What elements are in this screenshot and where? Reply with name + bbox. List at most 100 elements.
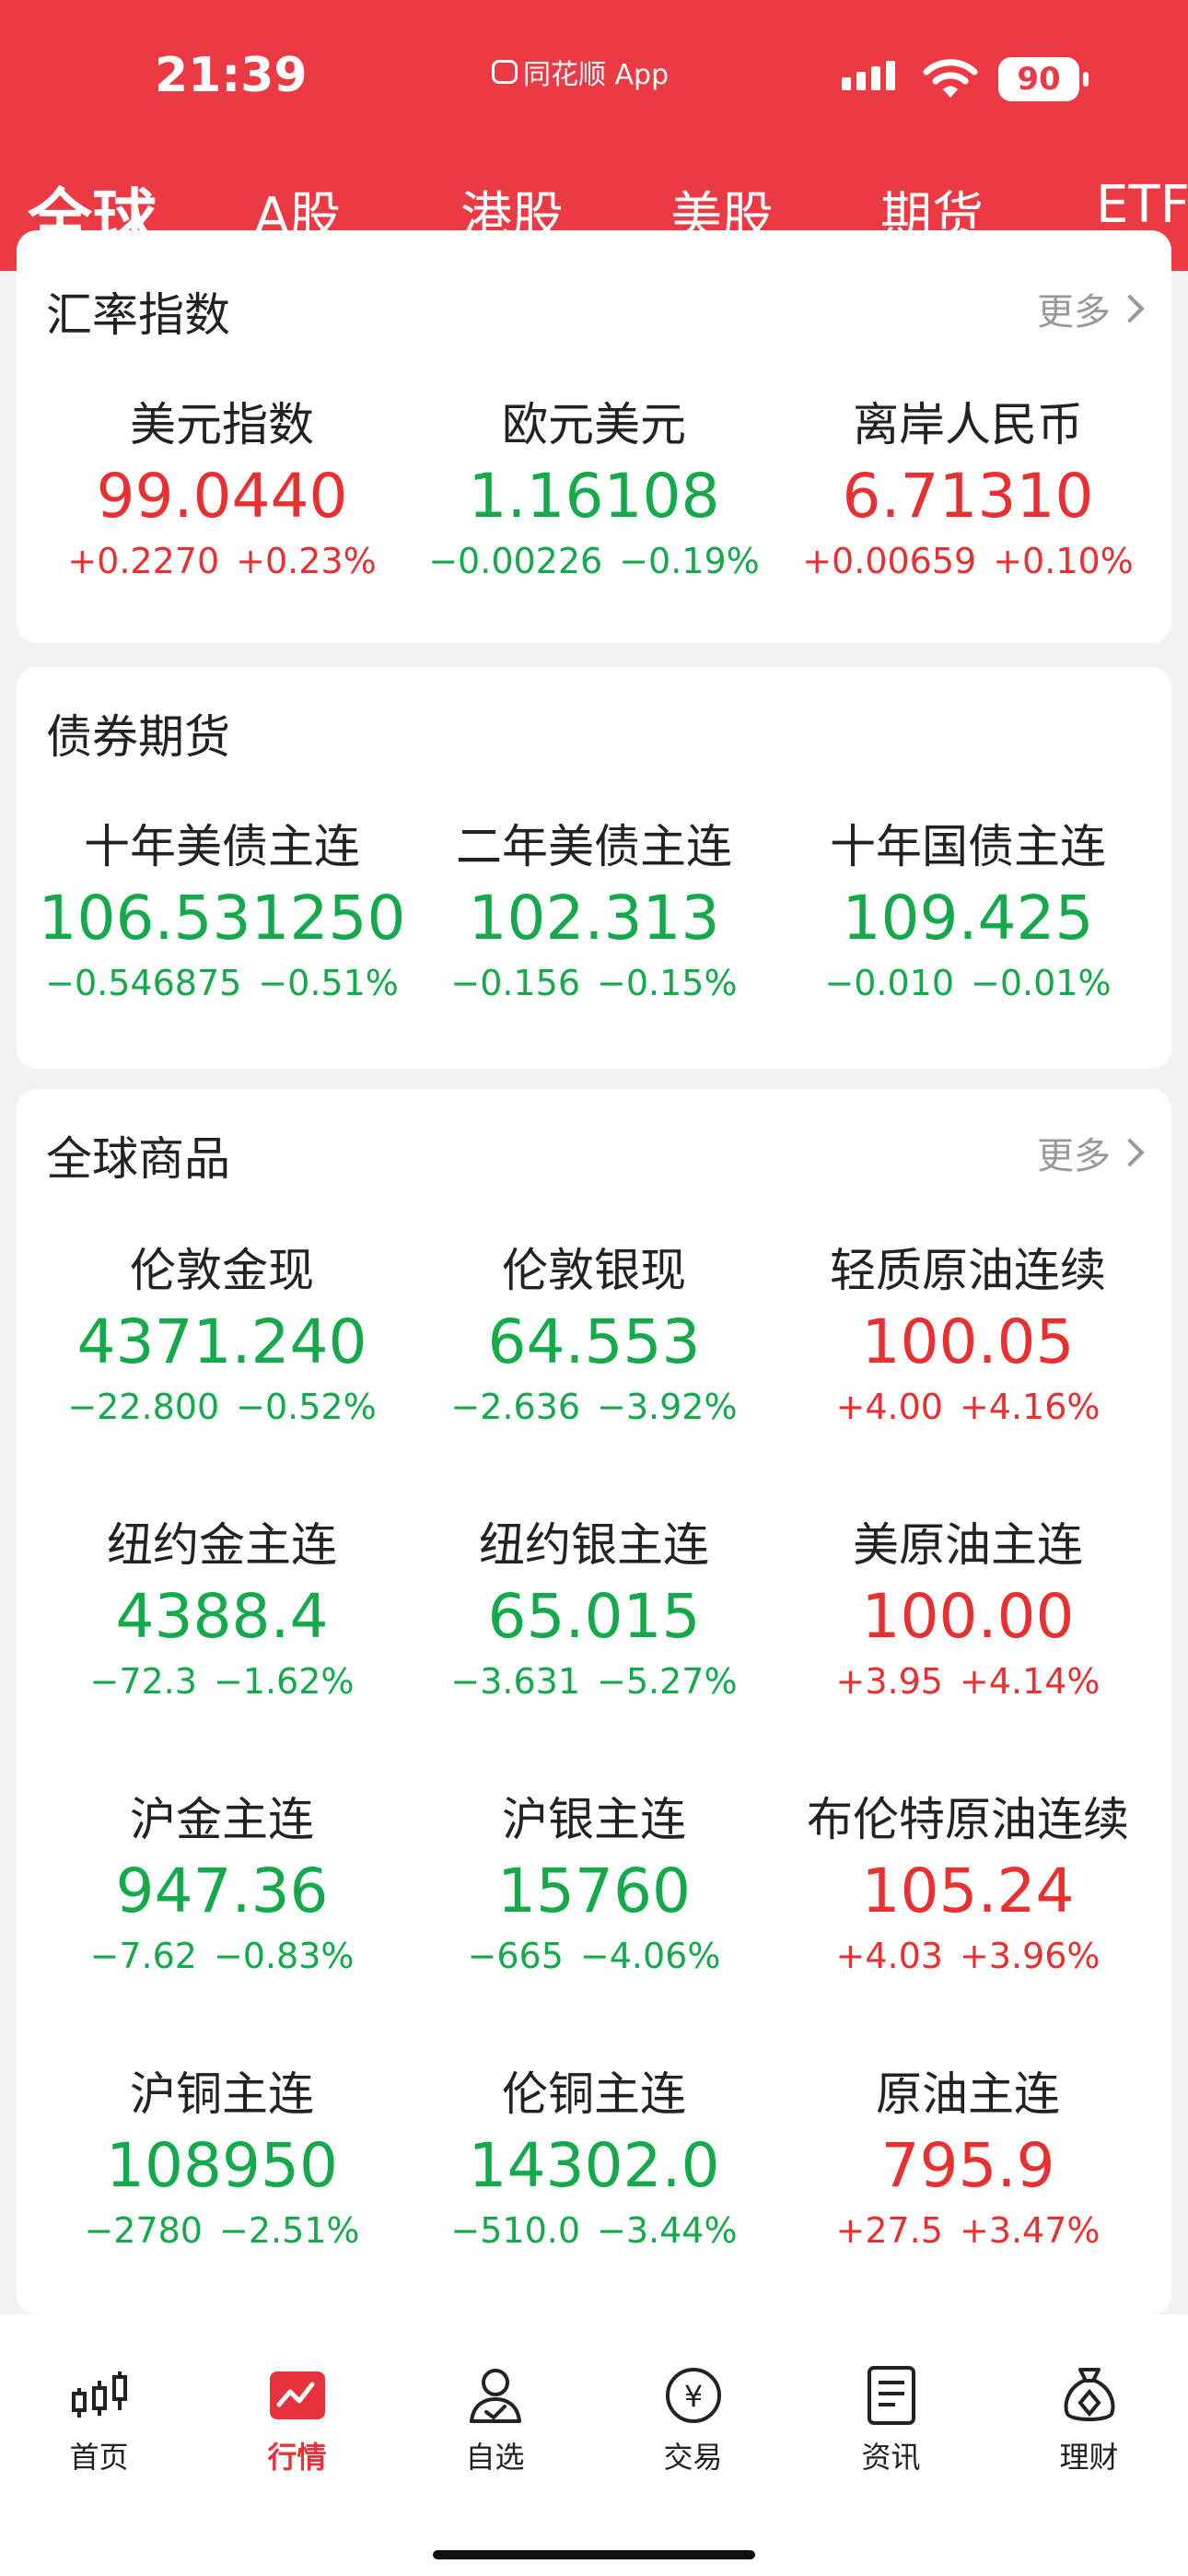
quote-name: 欧元美元	[502, 398, 686, 451]
quote-name: 纽约金主连	[107, 1518, 337, 1572]
change-amount: −0.00226	[428, 541, 603, 581]
quote-item[interactable]: 离岸人民币 6.71310 +0.00659 +0.10%	[781, 392, 1155, 586]
quote-name: 原油主连	[876, 2067, 1060, 2121]
quote-item[interactable]: 轻质原油连续 100.05 +4.00 +4.16%	[781, 1238, 1155, 1432]
nav-label: 理财	[1059, 2440, 1119, 2475]
quote-value: 4371.240	[76, 1306, 367, 1377]
tab-etf[interactable]: ETF	[1096, 175, 1188, 235]
quote-value: 795.9	[880, 2130, 1055, 2201]
change-percent: −0.01%	[971, 963, 1112, 1003]
quote-item[interactable]: 美元指数 99.0440 +0.2270 +0.23%	[35, 392, 409, 586]
quote-change: −3.631 −5.27%	[407, 1657, 781, 1706]
quote-value: 15760	[497, 1856, 691, 1926]
section-title: 债券期货	[46, 710, 230, 764]
nav-wealth[interactable]: 理财	[990, 2314, 1188, 2480]
quote-value: 100.00	[861, 1581, 1075, 1652]
section-title: 汇率指数	[46, 288, 230, 342]
change-percent: −0.51%	[258, 963, 399, 1003]
global-commodities-card: 全球商品 更多 伦敦金现 4371.240 −22.800 −0.52% 伦敦银现…	[17, 1089, 1171, 2314]
nav-label: 首页	[69, 2440, 129, 2475]
change-percent: +4.16%	[959, 1387, 1101, 1427]
quote-name: 沪铜主连	[130, 2067, 314, 2121]
quote-value: 1.16108	[468, 461, 720, 532]
status-bar: 21:39 同花顺 App 90	[0, 0, 1188, 158]
nav-label: 交易	[663, 2440, 723, 2475]
quote-item[interactable]: 美原油主连 100.00 +3.95 +4.14%	[781, 1513, 1155, 1706]
more-label: 更多	[1037, 1135, 1111, 1177]
quote-value: 106.531250	[38, 883, 406, 954]
back-to-app[interactable]: 同花顺 App	[492, 52, 669, 92]
nav-trade[interactable]: ¥ 交易	[594, 2314, 792, 2480]
quote-item[interactable]: 沪银主连 15760 −665 −4.06%	[407, 1787, 781, 1981]
more-button[interactable]: 更多	[1037, 1126, 1145, 1179]
quote-name: 美元指数	[130, 398, 314, 451]
clock: 21:39	[155, 48, 308, 103]
change-percent: +0.10%	[993, 541, 1134, 581]
quote-change: −665 −4.06%	[407, 1931, 781, 1981]
quote-item[interactable]: 十年美债主连 106.531250 −0.546875 −0.51%	[35, 814, 409, 1008]
quote-change: +4.00 +4.16%	[781, 1382, 1155, 1432]
quote-item[interactable]: 原油主连 795.9 +27.5 +3.47%	[781, 2062, 1155, 2255]
quote-change: +0.00659 +0.10%	[781, 536, 1155, 586]
app-logo-icon	[492, 60, 518, 84]
quote-change: +0.2270 +0.23%	[35, 536, 409, 586]
quote-item[interactable]: 纽约金主连 4388.4 −72.3 −1.62%	[35, 1513, 409, 1706]
quote-item[interactable]: 沪金主连 947.36 −7.62 −0.83%	[35, 1787, 409, 1981]
quote-value: 65.015	[487, 1581, 701, 1652]
quote-item[interactable]: 十年国债主连 109.425 −0.010 −0.01%	[781, 814, 1155, 1008]
quote-change: +3.95 +4.14%	[781, 1657, 1155, 1706]
more-button[interactable]: 更多	[1037, 282, 1145, 335]
quote-item[interactable]: 伦敦银现 64.553 −2.636 −3.92%	[407, 1238, 781, 1432]
change-amount: +4.03	[835, 1936, 943, 1976]
change-amount: −2780	[84, 2210, 203, 2251]
quote-value: 108950	[106, 2130, 338, 2201]
change-amount: −0.156	[450, 963, 581, 1003]
change-amount: −665	[467, 1936, 564, 1976]
change-amount: +27.5	[835, 2210, 943, 2251]
quote-change: +4.03 +3.96%	[781, 1931, 1155, 1981]
change-amount: −2.636	[450, 1387, 581, 1427]
nav-watchlist[interactable]: 自选	[396, 2314, 594, 2480]
home-indicator[interactable]	[433, 2550, 755, 2559]
yuan-coin-icon: ¥	[666, 2368, 721, 2423]
nav-label: 行情	[267, 2440, 327, 2475]
quote-item[interactable]: 二年美债主连 102.313 −0.156 −0.15%	[407, 814, 781, 1008]
quote-item[interactable]: 纽约银主连 65.015 −3.631 −5.27%	[407, 1513, 781, 1706]
quote-item[interactable]: 欧元美元 1.16108 −0.00226 −0.19%	[407, 392, 781, 586]
quote-value: 102.313	[468, 883, 720, 954]
quote-item[interactable]: 沪铜主连 108950 −2780 −2.51%	[35, 2062, 409, 2255]
battery-icon: 90	[998, 57, 1089, 101]
quote-item[interactable]: 伦敦金现 4371.240 −22.800 −0.52%	[35, 1238, 409, 1432]
quote-item[interactable]: 伦铜主连 14302.0 −510.0 −3.44%	[407, 2062, 781, 2255]
change-percent: −0.15%	[597, 963, 738, 1003]
quote-value: 947.36	[115, 1856, 329, 1926]
quote-name: 沪银主连	[502, 1793, 686, 1846]
change-amount: +0.00659	[802, 541, 977, 581]
money-bag-icon	[1064, 2368, 1115, 2421]
change-percent: −0.19%	[619, 541, 760, 581]
quote-name: 伦敦银现	[502, 1244, 686, 1297]
quote-change: −2780 −2.51%	[35, 2206, 409, 2255]
market-chart-icon	[270, 2371, 325, 2419]
user-check-icon	[470, 2369, 521, 2423]
nav-news[interactable]: 资讯	[792, 2314, 990, 2480]
change-amount: +4.00	[835, 1387, 943, 1427]
quote-change: −0.00226 −0.19%	[407, 536, 781, 586]
quote-change: −0.546875 −0.51%	[35, 958, 409, 1008]
quote-change: −510.0 −3.44%	[407, 2206, 781, 2255]
svg-text:¥: ¥	[684, 2379, 703, 2414]
bond-futures-card: 债券期货 十年美债主连 106.531250 −0.546875 −0.51% 二…	[17, 667, 1171, 1069]
quote-value: 100.05	[861, 1306, 1075, 1377]
section-title: 全球商品	[46, 1132, 230, 1186]
quote-name: 十年美债主连	[84, 820, 360, 873]
quote-name: 伦敦金现	[130, 1244, 314, 1297]
quote-name: 美原油主连	[853, 1518, 1083, 1572]
change-percent: −3.44%	[597, 2210, 738, 2251]
change-percent: −3.92%	[597, 1387, 738, 1427]
change-amount: −0.546875	[45, 963, 242, 1003]
nav-market[interactable]: 行情	[198, 2314, 396, 2480]
change-percent: −0.83%	[213, 1936, 355, 1976]
quote-value: 4388.4	[115, 1581, 329, 1652]
quote-item[interactable]: 布伦特原油连续 105.24 +4.03 +3.96%	[781, 1787, 1155, 1981]
nav-home[interactable]: 首页	[0, 2314, 198, 2480]
